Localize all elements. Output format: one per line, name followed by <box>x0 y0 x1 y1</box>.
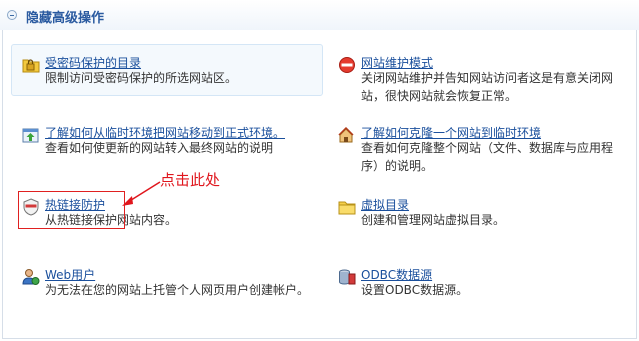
item-desc-maintenance: 关闭网站维护并告知网站访问者这是有意关闭网站，很快网站就会恢复正常。 <box>361 71 614 103</box>
upload-site-icon <box>22 128 39 143</box>
lock-folder-icon <box>22 59 40 73</box>
item-desc-virtual-dir: 创建和管理网站虚拟目录。 <box>361 213 506 227</box>
item-desc-clone-staging: 查看如何克隆整个网站（文件、数据库与应用程序）的说明。 <box>361 141 614 173</box>
web-user-icon <box>22 269 40 285</box>
clone-site-icon <box>338 126 354 143</box>
database-icon <box>339 269 356 285</box>
item-desc-password-dirs: 限制访问受密码保护的所选网站区。 <box>45 71 238 85</box>
folder-icon <box>338 201 356 215</box>
item-desc-odbc: 设置ODBC数据源。 <box>361 283 469 297</box>
item-desc-move-staging: 查看如何使更新的网站转入最终网站的说明 <box>45 141 274 155</box>
annotation-label: 点击此处 <box>160 171 221 189</box>
annotation-arrow <box>122 181 161 206</box>
collapse-icon[interactable] <box>7 10 17 20</box>
section-title[interactable]: 隐藏高级操作 <box>26 7 104 26</box>
item-desc-web-users: 为无法在您的网站上托管个人网页用户创建帐户。 <box>45 283 310 297</box>
section-header[interactable]: 隐藏高级操作 <box>0 0 639 30</box>
highlight-box <box>18 191 125 229</box>
no-entry-icon <box>339 57 355 73</box>
